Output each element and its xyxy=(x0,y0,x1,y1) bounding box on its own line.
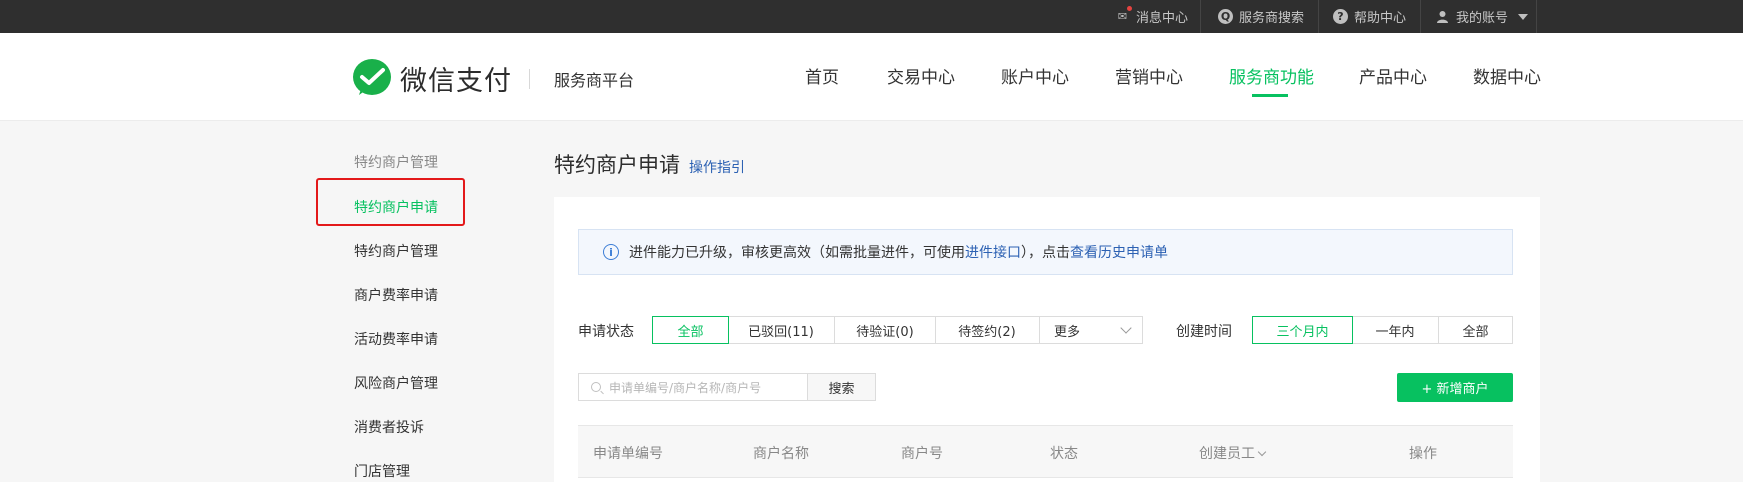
table-header: 申请单编号 商户名称 商户号 状态 创建员工 操作 xyxy=(578,425,1513,478)
time-all[interactable]: 全部 xyxy=(1439,317,1512,343)
nav-products[interactable]: 产品中心 xyxy=(1359,63,1427,88)
guide-link[interactable]: 操作指引 xyxy=(689,157,745,177)
search-icon xyxy=(591,382,601,392)
nav-home[interactable]: 首页 xyxy=(805,63,839,88)
col-creator[interactable]: 创建员工 xyxy=(1199,443,1267,463)
col-application-id: 申请单编号 xyxy=(593,446,663,462)
time-one-year[interactable]: 一年内 xyxy=(1352,317,1439,343)
provider-search-label: 服务商搜索 xyxy=(1239,11,1305,26)
sidebar-item-risk-merchants[interactable]: 风险商户管理 xyxy=(354,373,438,393)
messages-link[interactable]: ✉ 消息中心 xyxy=(1115,0,1188,33)
nav-accounts[interactable]: 账户中心 xyxy=(1001,63,1069,88)
search-button[interactable]: 搜索 xyxy=(807,373,876,401)
sidebar-item-merchant-management[interactable]: 特约商户管理 xyxy=(354,241,438,261)
search-placeholder: 申请单编号/商户名称/商户号 xyxy=(609,380,762,395)
status-filter-label: 申请状态 xyxy=(578,324,634,340)
time-filter: 三个月内 一年内 全部 xyxy=(1252,316,1513,344)
notice-text: 进件能力已升级，审核更高效（如需批量进件，可使用 xyxy=(629,245,965,261)
status-pending-sign[interactable]: 待签约(2) xyxy=(936,317,1038,343)
api-link[interactable]: 进件接口 xyxy=(965,242,1021,262)
sidebar-item-stores[interactable]: 门店管理 xyxy=(354,461,410,481)
help-link[interactable]: ? 帮助中心 xyxy=(1333,0,1406,33)
messages-label: 消息中心 xyxy=(1136,11,1189,26)
status-rejected[interactable]: 已驳回(11) xyxy=(728,317,835,343)
col-actions: 操作 xyxy=(1409,446,1437,462)
logo-divider xyxy=(529,69,530,89)
upgrade-notice: i 进件能力已升级，审核更高效（如需批量进件，可使用 进件接口 ），点击 查看历… xyxy=(578,229,1513,275)
platform-name: 服务商平台 xyxy=(554,71,635,90)
highlight-box xyxy=(316,178,465,226)
search-input[interactable]: 申请单编号/商户名称/商户号 xyxy=(578,373,808,401)
help-icon: ? xyxy=(1333,9,1348,24)
mail-icon: ✉ xyxy=(1117,10,1128,23)
nav-data[interactable]: 数据中心 xyxy=(1473,63,1541,88)
divider xyxy=(1536,0,1537,33)
creator-label: 创建员工 xyxy=(1199,446,1255,462)
top-bar: ✉ 消息中心 Q 服务商搜索 ? 帮助中心 我的账号 xyxy=(0,0,1743,33)
chevron-down-icon xyxy=(1257,447,1267,457)
logo-text[interactable]: 微信支付 xyxy=(400,59,512,98)
sidebar-item-complaints[interactable]: 消费者投诉 xyxy=(354,417,424,437)
provider-search-link[interactable]: Q 服务商搜索 xyxy=(1218,0,1304,33)
user-icon xyxy=(1435,9,1450,24)
wechat-pay-logo-icon[interactable] xyxy=(353,59,391,95)
col-merchant-id: 商户号 xyxy=(901,446,943,462)
page-title: 特约商户申请 xyxy=(554,153,680,177)
account-label: 我的账号 xyxy=(1456,11,1509,26)
caret-down-icon xyxy=(1518,13,1529,20)
divider xyxy=(1420,0,1421,33)
history-link[interactable]: 查看历史申请单 xyxy=(1070,242,1168,262)
unread-dot xyxy=(1127,6,1132,11)
time-three-months[interactable]: 三个月内 xyxy=(1252,316,1353,344)
time-filter-label: 创建时间 xyxy=(1176,324,1232,340)
nav-active-indicator xyxy=(1252,94,1288,97)
search-icon: Q xyxy=(1218,9,1233,24)
sidebar-item-rate-application[interactable]: 商户费率申请 xyxy=(354,285,438,305)
divider xyxy=(1200,0,1201,33)
info-icon: i xyxy=(603,244,619,260)
col-merchant-name: 商户名称 xyxy=(753,446,809,462)
main-header: 微信支付 服务商平台 首页 交易中心 账户中心 营销中心 服务商功能 产品中心 … xyxy=(0,33,1743,121)
chevron-down-icon xyxy=(1120,322,1132,334)
notice-text-middle: ），点击 xyxy=(1021,245,1070,261)
nav-transactions[interactable]: 交易中心 xyxy=(887,63,955,88)
status-filter: 全部 已驳回(11) 待验证(0) 待签约(2) xyxy=(652,316,1040,344)
status-all[interactable]: 全部 xyxy=(652,316,729,344)
more-label: 更多 xyxy=(1054,324,1081,340)
col-status: 状态 xyxy=(1050,446,1078,462)
help-label: 帮助中心 xyxy=(1354,11,1407,26)
add-merchant-button[interactable]: + 新增商户 xyxy=(1397,373,1513,402)
nav-provider-functions[interactable]: 服务商功能 xyxy=(1229,63,1314,88)
status-more-select[interactable]: 更多 xyxy=(1039,316,1143,344)
sidebar-group-title: 特约商户管理 xyxy=(354,155,438,171)
account-menu[interactable]: 我的账号 xyxy=(1435,0,1529,33)
divider xyxy=(1318,0,1319,33)
sidebar-item-activity-rate[interactable]: 活动费率申请 xyxy=(354,329,438,349)
status-pending-verify[interactable]: 待验证(0) xyxy=(835,317,936,343)
nav-marketing[interactable]: 营销中心 xyxy=(1115,63,1183,88)
